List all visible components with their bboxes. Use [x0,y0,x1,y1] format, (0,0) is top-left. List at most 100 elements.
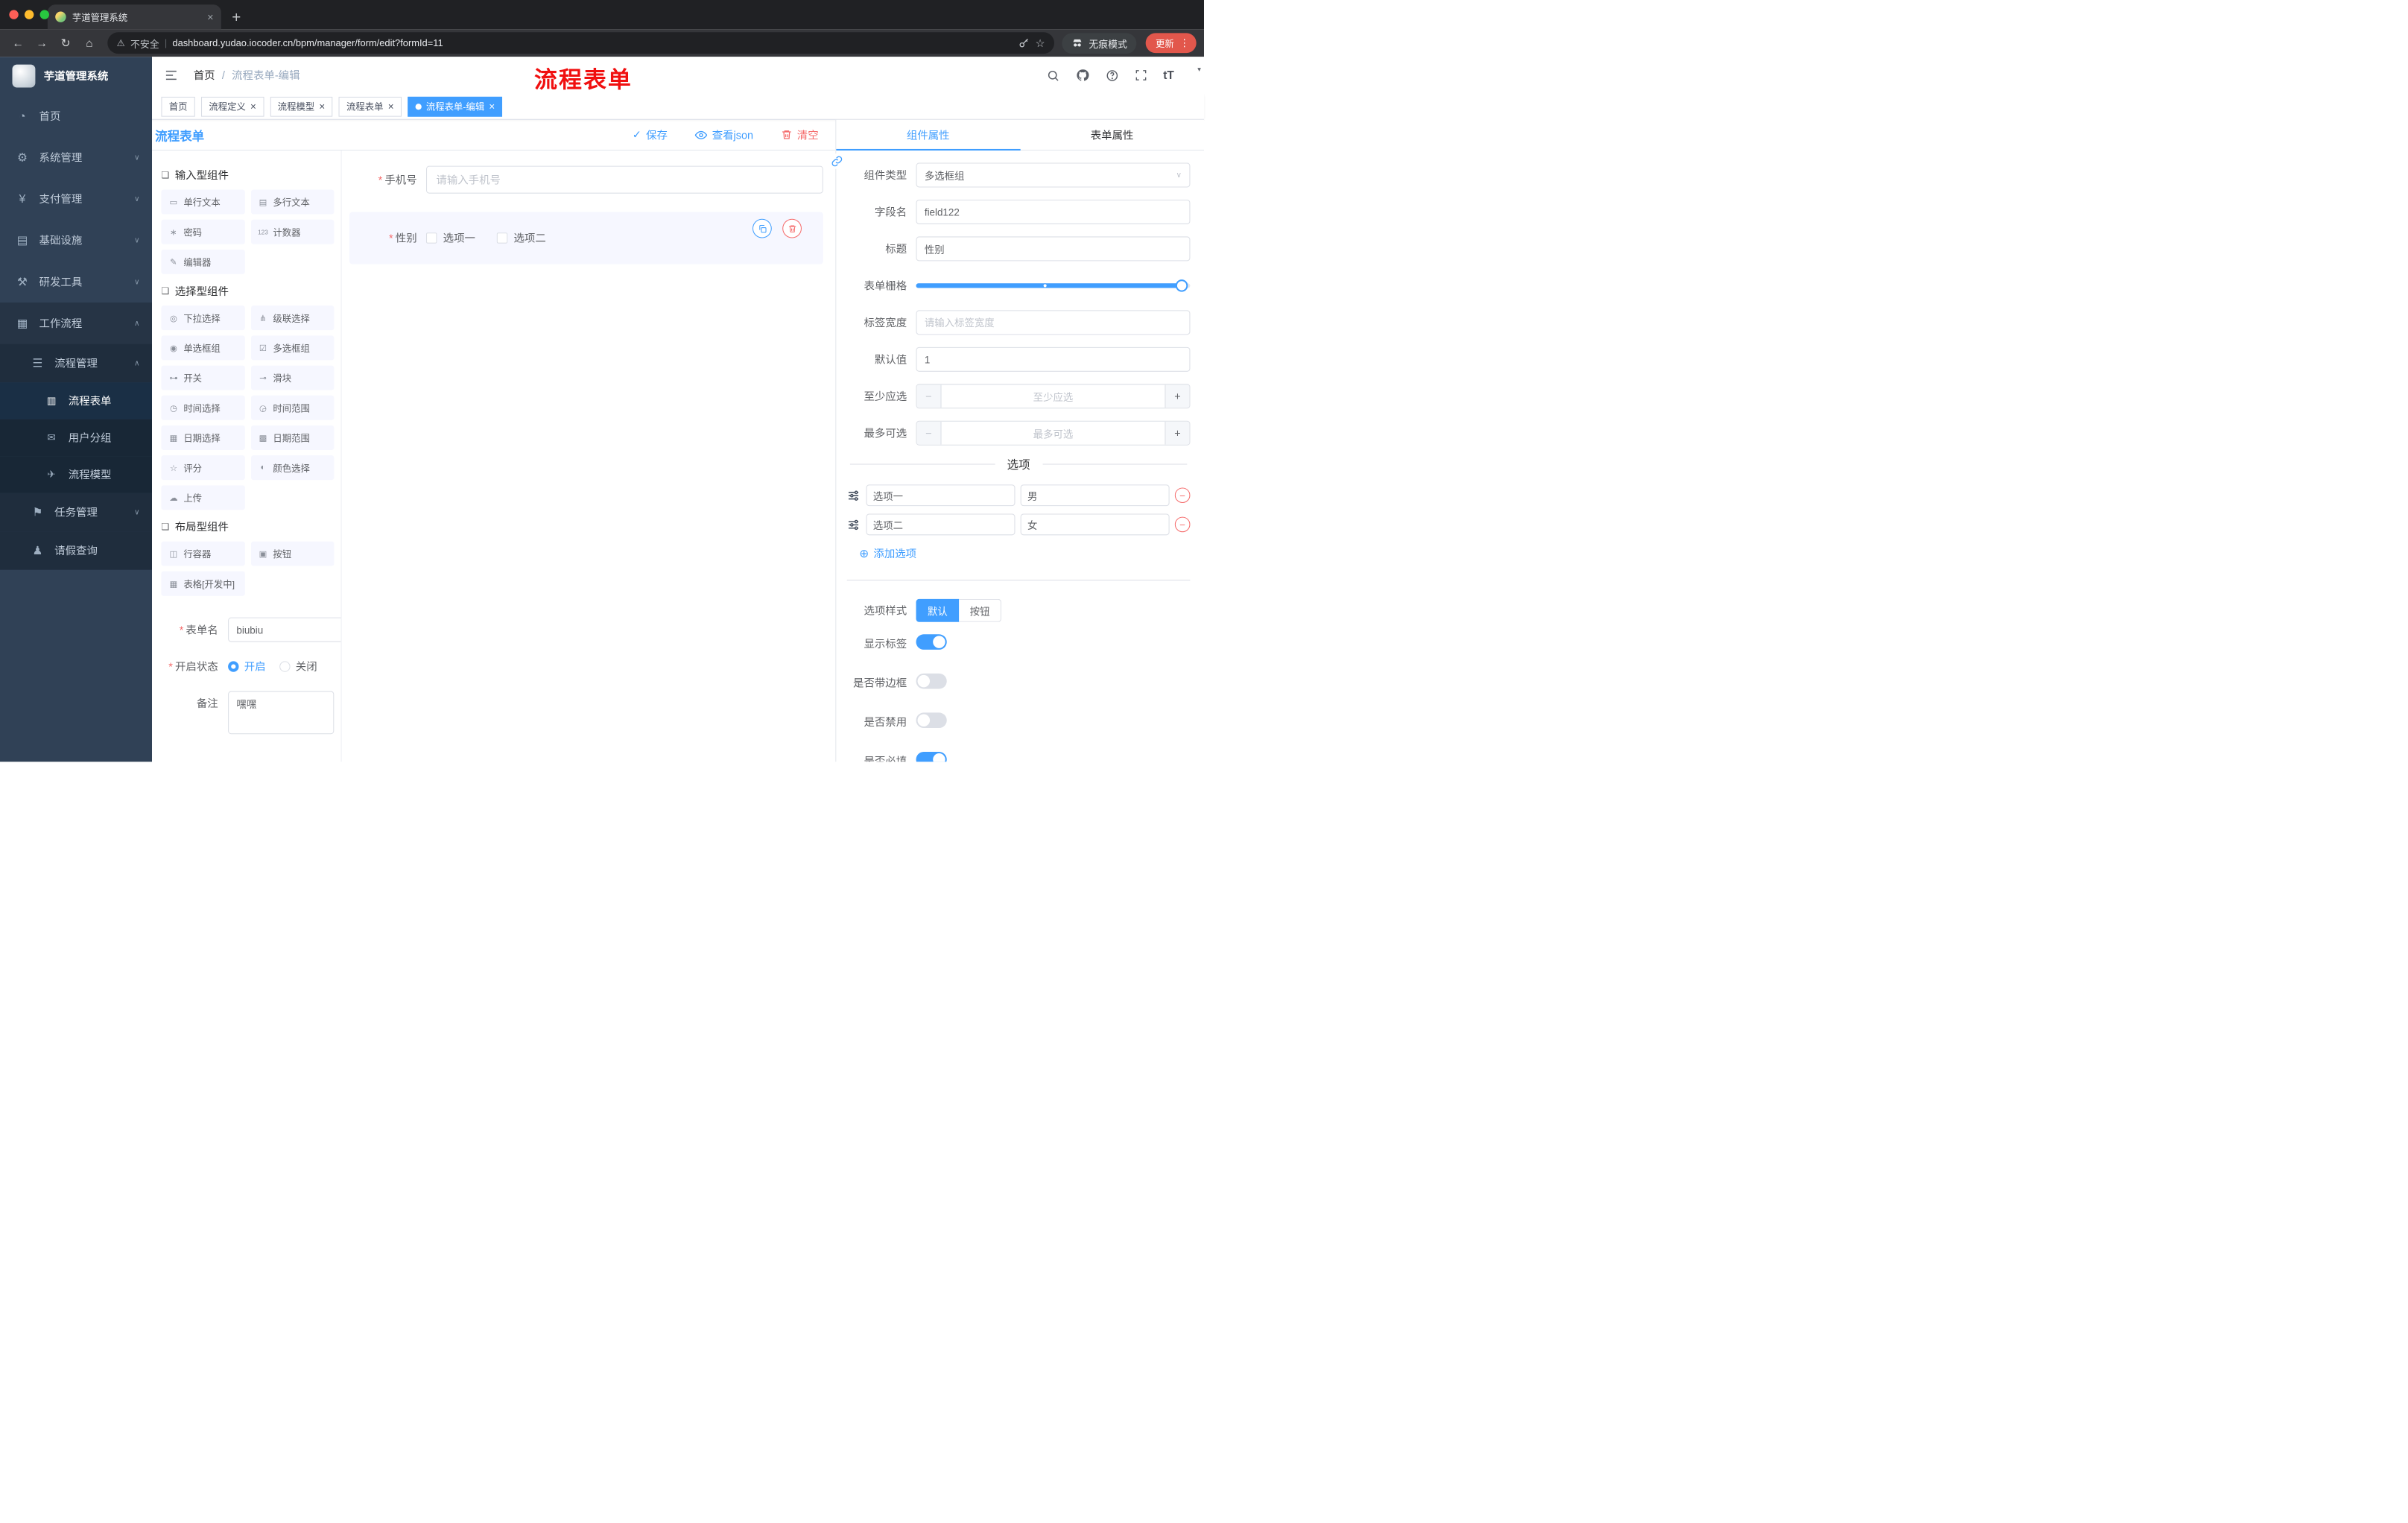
zoom-window-button[interactable] [39,10,49,19]
min-select-value[interactable]: 至少应选 [942,384,1165,408]
sidebar-item-infrastructure[interactable]: ▤ 基础设施 ∨ [0,220,152,262]
delete-component-button[interactable] [782,218,802,238]
palette-item-counter[interactable]: 123 计数器 [250,219,335,244]
tag-close-icon[interactable]: × [388,101,394,112]
option-name-input[interactable] [866,513,1016,536]
sidebar-item-home[interactable]: ◔ 首页 [0,95,152,137]
remove-option-button[interactable]: − [1174,516,1191,533]
drag-handle-icon[interactable] [847,518,861,531]
tab-component-props[interactable]: 组件属性 [836,120,1020,151]
show-label-toggle[interactable] [916,634,947,650]
decrease-button[interactable]: − [916,421,942,445]
border-toggle[interactable] [916,673,947,689]
checkbox-option-1[interactable]: 选项一 [425,230,475,246]
palette-item-password[interactable]: ∗ 密码 [161,219,245,244]
tag-close-icon[interactable]: × [250,101,256,112]
sidebar-item-dev-tools[interactable]: ⚒ 研发工具 ∨ [0,261,152,303]
back-icon[interactable]: ← [7,37,28,50]
style-button-button[interactable]: 按钮 [959,598,1001,622]
palette-item-button[interactable]: ▣ 按钮 [250,541,335,566]
slider-handle[interactable] [1176,279,1188,292]
disabled-toggle[interactable] [916,712,947,729]
sidebar-item-system-management[interactable]: ⚙ 系统管理 ∨ [0,136,152,178]
bookmark-star-icon[interactable]: ☆ [1036,37,1045,50]
component-type-select[interactable]: 多选框组 ∨ [916,162,1191,188]
form-grid-slider[interactable] [916,273,1191,298]
view-json-button[interactable]: 查看json [695,127,753,143]
browser-menu-icon[interactable]: ⋮ [1179,37,1189,48]
option-name-input[interactable] [866,484,1016,507]
github-icon[interactable] [1076,69,1090,83]
phone-input[interactable] [425,165,823,194]
fullscreen-icon[interactable] [1135,69,1147,81]
form-remark-textarea[interactable]: 嘿嘿 [228,691,335,735]
tag-process-form-edit[interactable]: 流程表单-编辑 × [408,96,503,117]
palette-item-radio-group[interactable]: ◉ 单选框组 [161,335,245,361]
sidebar-item-workflow[interactable]: ▦ 工作流程 ∧ [0,303,153,344]
palette-item-rate[interactable]: ☆ 评分 [161,455,245,481]
palette-item-color-picker[interactable]: ◐ 颜色选择 [250,455,335,481]
palette-item-multiline-text[interactable]: ▤ 多行文本 [250,189,335,215]
home-icon[interactable]: ⌂ [79,37,100,50]
palette-item-time-picker[interactable]: ◷ 时间选择 [161,395,245,420]
minimize-window-button[interactable] [24,10,34,19]
max-select-value[interactable]: 最多可选 [942,422,1165,445]
sidebar-toggle-icon[interactable] [165,69,179,83]
sidebar-item-process-form[interactable]: ▥ 流程表单 [0,382,153,419]
palette-item-slider[interactable]: ⊸ 滑块 [250,365,335,390]
form-name-input[interactable] [228,617,341,642]
text-size-icon[interactable]: tT [1163,69,1174,82]
tag-close-icon[interactable]: × [489,101,495,112]
copy-component-button[interactable] [752,218,772,238]
link-icon[interactable] [829,153,845,169]
palette-item-date-range[interactable]: ▩ 日期范围 [250,425,335,450]
option-value-input[interactable] [1020,484,1170,507]
decrease-button[interactable]: − [916,384,942,408]
option-value-input[interactable] [1020,513,1170,536]
palette-item-single-line-text[interactable]: ▭ 单行文本 [161,189,245,215]
new-tab-button[interactable]: + [232,10,241,25]
radio-closed[interactable]: 关闭 [279,659,317,674]
title-input[interactable] [916,236,1191,262]
tag-process-definition[interactable]: 流程定义 × [201,96,264,117]
label-width-input[interactable] [916,310,1191,335]
slider-track[interactable] [916,279,1191,292]
checkbox-option-2[interactable]: 选项二 [496,230,546,246]
palette-item-select[interactable]: ◎ 下拉选择 [161,305,245,331]
search-icon[interactable] [1047,69,1060,82]
phone-field[interactable]: * 手机号 [349,165,823,194]
palette-item-row-container[interactable]: ◫ 行容器 [161,541,245,566]
palette-item-switch[interactable]: ⊶ 开关 [161,365,245,390]
palette-item-cascader[interactable]: ⋔ 级联选择 [250,305,335,331]
drag-handle-icon[interactable] [847,489,861,502]
sidebar-item-process-model[interactable]: ✈ 流程模型 [0,456,153,493]
palette-item-date-picker[interactable]: ▦ 日期选择 [161,425,245,450]
browser-update-button[interactable]: 更新 ⋮ [1145,33,1197,54]
reload-icon[interactable]: ↻ [55,36,76,50]
sidebar-item-leave-query[interactable]: ♟ 请假查询 [0,531,153,570]
address-bar[interactable]: ⚠ 不安全 | dashboard.yudao.iocoder.cn/bpm/m… [107,32,1054,54]
breadcrumb-home[interactable]: 首页 [194,68,215,83]
app-logo-row[interactable]: 芋道管理系统 [0,57,152,95]
tag-process-form[interactable]: 流程表单 × [338,96,402,117]
style-default-button[interactable]: 默认 [916,598,960,622]
add-option-button[interactable]: ⊕ 添加选项 [859,546,1190,562]
palette-item-checkbox-group[interactable]: ☑ 多选框组 [250,335,335,361]
increase-button[interactable]: + [1165,384,1190,408]
required-toggle[interactable] [916,751,947,762]
palette-item-editor[interactable]: ✎ 编辑器 [161,249,245,274]
help-icon[interactable] [1106,69,1119,82]
sidebar-item-process-management[interactable]: ☰ 流程管理 ∧ [0,343,153,383]
increase-button[interactable]: + [1165,421,1190,445]
radio-open[interactable]: 开启 [228,659,266,674]
remove-option-button[interactable]: − [1174,487,1191,504]
forward-icon[interactable]: → [31,37,52,50]
tab-close-icon[interactable]: × [207,10,213,22]
gender-field-selected[interactable]: * 性别 选项一 选项二 [349,212,823,265]
password-key-icon[interactable] [1018,37,1030,48]
form-canvas[interactable]: * 手机号 请输入手机号 * 性别 选项一 选项二 [341,150,836,762]
sidebar-item-user-group[interactable]: ✉ 用户分组 [0,419,153,457]
save-button[interactable]: ✓ 保存 [633,127,668,143]
clear-button[interactable]: 清空 [781,127,819,143]
tag-process-model[interactable]: 流程模型 × [270,96,333,117]
